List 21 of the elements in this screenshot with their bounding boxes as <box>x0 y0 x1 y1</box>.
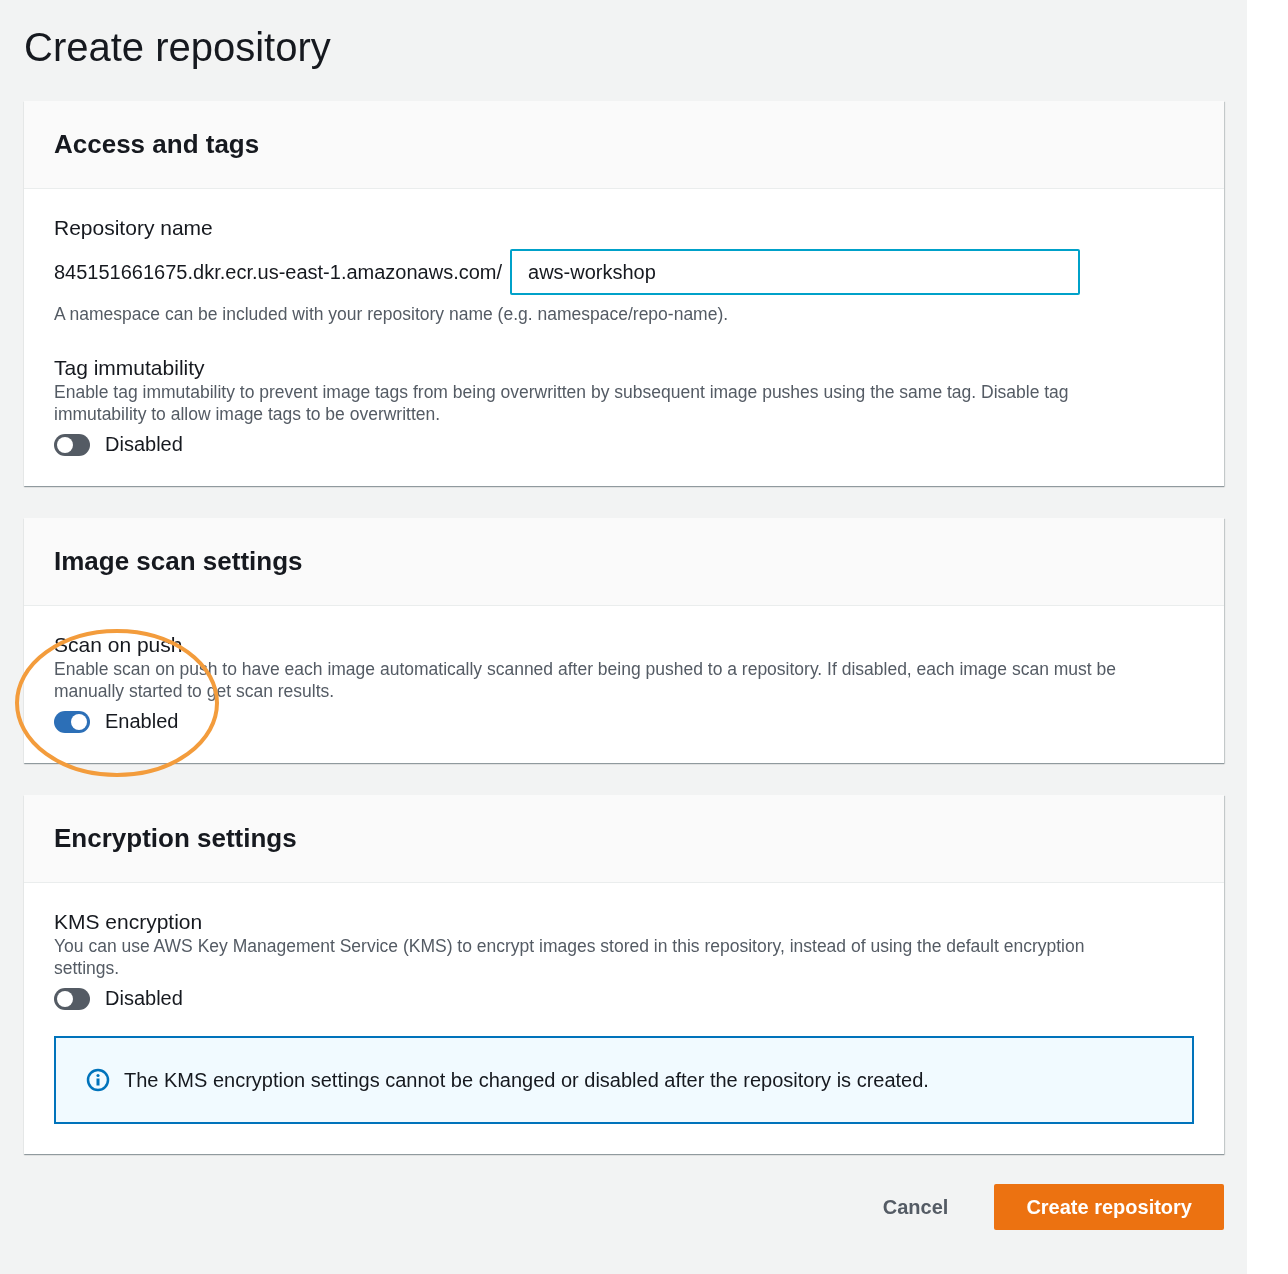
field-hint: A namespace can be included with your repository name (e.g. namespace/repo-name). <box>54 303 730 325</box>
field-label: Tag immutability <box>54 355 206 381</box>
repository-uri-prefix: 845151661675.dkr.ecr.us-east-1.amazonaws.com/ <box>54 260 503 284</box>
field-label: Repository name <box>54 215 214 241</box>
info-icon <box>86 1068 110 1092</box>
cancel-button[interactable]: Cancel <box>858 1184 973 1230</box>
field-label: KMS encryption <box>54 909 204 935</box>
panel-title: Access and tags <box>54 129 260 160</box>
field-description: Enable tag immutability to prevent image tags from being overwritten by subsequent image pushes using the same tag. Disable tag immutability to allow image tags to be overwritten. <box>54 381 1070 425</box>
panel-title: Encryption settings <box>54 823 297 854</box>
toggle-state-label: Disabled <box>105 987 183 1010</box>
alert-text: The KMS encryption settings cannot be changed or disabled after the repository is created. <box>124 1068 929 1092</box>
toggle-state-label: Enabled <box>105 710 179 733</box>
repository-name-field[interactable]: aws-workshop <box>510 249 1081 295</box>
toggle-switch[interactable] <box>54 987 90 1010</box>
toggle-switch[interactable] <box>54 433 90 456</box>
panel-title: Image scan settings <box>54 546 303 577</box>
toggle-state-label: Disabled <box>105 433 183 456</box>
field-description: You can use AWS Key Management Service (KMS) to encrypt images stored in this repository, instead of using the default encryption settings. <box>54 935 1086 979</box>
page-title: Create repository <box>24 24 332 71</box>
toggle-switch[interactable] <box>54 710 90 733</box>
